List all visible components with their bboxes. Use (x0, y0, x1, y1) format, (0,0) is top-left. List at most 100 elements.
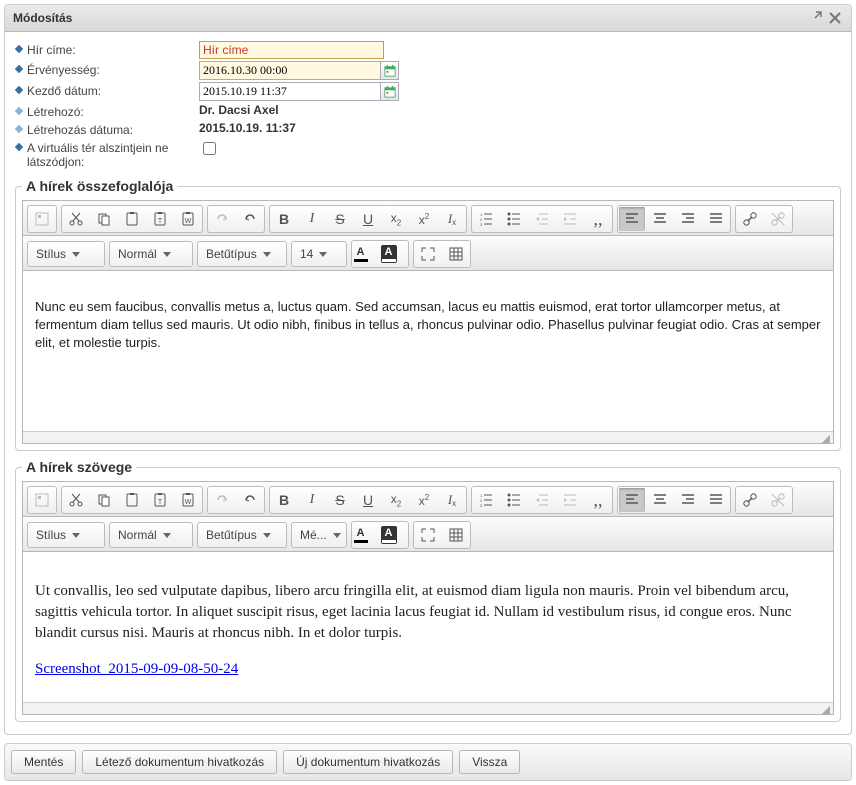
indent-icon[interactable] (557, 488, 583, 512)
back-button[interactable]: Vissza (459, 750, 520, 774)
summary-toolbar-1: T W B I S U x2 x2 Ix (23, 201, 833, 236)
body-toolbar-1: T W B I S U x2 x2 Ix (23, 482, 833, 517)
start-date-input[interactable] (199, 82, 381, 101)
underline-icon[interactable]: U (355, 207, 381, 231)
body-section: A hírek szövege T W (15, 459, 841, 722)
numbered-list-icon[interactable]: 123 (473, 488, 499, 512)
align-right-icon[interactable] (675, 207, 701, 231)
font-select[interactable]: Betűtípus (197, 522, 287, 548)
maximize-editor-icon[interactable] (415, 242, 441, 266)
paste-text-icon[interactable]: T (147, 488, 173, 512)
summary-textarea[interactable]: Nunc eu sem faucibus, convallis metus a,… (23, 271, 833, 431)
format-select[interactable]: Normál (109, 522, 193, 548)
paste-word-icon[interactable]: W (175, 207, 201, 231)
align-center-icon[interactable] (647, 488, 673, 512)
paste-icon[interactable] (119, 488, 145, 512)
source-icon[interactable] (29, 488, 55, 512)
size-select[interactable]: Mé... (291, 522, 347, 548)
text-color-icon[interactable]: A (353, 523, 379, 547)
align-justify-icon[interactable] (703, 488, 729, 512)
resize-handle-icon[interactable]: ◢ (23, 702, 833, 714)
title-input[interactable] (199, 41, 384, 59)
italic-icon[interactable]: I (299, 488, 325, 512)
outdent-icon[interactable] (529, 488, 555, 512)
italic-icon[interactable]: I (299, 207, 325, 231)
cut-icon[interactable] (63, 488, 89, 512)
validity-input[interactable] (199, 61, 381, 80)
unlink-icon[interactable] (765, 488, 791, 512)
underline-icon[interactable]: U (355, 488, 381, 512)
created-at-value: 2015.10.19. 11:37 (199, 121, 841, 135)
style-select[interactable]: Stílus (27, 241, 105, 267)
superscript-icon[interactable]: x2 (411, 488, 437, 512)
svg-text:3: 3 (480, 222, 483, 227)
close-icon[interactable] (827, 10, 843, 26)
calendar-icon[interactable] (381, 82, 399, 101)
body-legend: A hírek szövege (22, 459, 136, 475)
strike-icon[interactable]: S (327, 488, 353, 512)
bold-icon[interactable]: B (271, 207, 297, 231)
superscript-icon[interactable]: x2 (411, 207, 437, 231)
format-select[interactable]: Normál (109, 241, 193, 267)
paste-word-icon[interactable]: W (175, 488, 201, 512)
title-label: Hír címe: (27, 41, 199, 57)
existing-doc-button[interactable]: Létező dokumentum hivatkozás (82, 750, 277, 774)
text-color-icon[interactable]: A (353, 242, 379, 266)
creator-label: Létrehozó: (27, 103, 199, 119)
subscript-icon[interactable]: x2 (383, 207, 409, 231)
maximize-icon[interactable] (807, 10, 823, 26)
align-left-icon[interactable] (619, 488, 645, 512)
subscript-icon[interactable]: x2 (383, 488, 409, 512)
summary-section: A hírek összefoglalója T W (15, 178, 841, 451)
paste-text-icon[interactable]: T (147, 207, 173, 231)
body-textarea[interactable]: Ut convallis, leo sed vulputate dapibus,… (23, 552, 833, 702)
link-icon[interactable] (737, 207, 763, 231)
bold-icon[interactable]: B (271, 488, 297, 512)
remove-format-icon[interactable]: Ix (439, 488, 465, 512)
align-justify-icon[interactable] (703, 207, 729, 231)
numbered-list-icon[interactable]: 123 (473, 207, 499, 231)
redo-icon[interactable] (209, 488, 235, 512)
body-content-text: Ut convallis, leo sed vulputate dapibus,… (35, 581, 821, 644)
svg-text:T: T (158, 218, 163, 225)
calendar-icon[interactable] (381, 61, 399, 80)
link-icon[interactable] (737, 488, 763, 512)
bg-color-icon[interactable]: A (381, 242, 407, 266)
align-left-icon[interactable] (619, 207, 645, 231)
style-select[interactable]: Stílus (27, 522, 105, 548)
svg-text:T: T (158, 499, 163, 506)
remove-format-icon[interactable]: Ix (439, 207, 465, 231)
body-content-link[interactable]: Screenshot_2015-09-09-08-50-24 (35, 661, 238, 677)
bullet-list-icon[interactable] (501, 207, 527, 231)
summary-editor: T W B I S U x2 x2 Ix (22, 200, 834, 444)
redo-icon[interactable] (209, 207, 235, 231)
paste-icon[interactable] (119, 207, 145, 231)
outdent-icon[interactable] (529, 207, 555, 231)
bullet-icon (15, 125, 23, 133)
blockquote-icon[interactable]: ,, (585, 488, 611, 512)
align-right-icon[interactable] (675, 488, 701, 512)
undo-icon[interactable] (237, 488, 263, 512)
bg-color-icon[interactable]: A (381, 523, 407, 547)
blockquote-icon[interactable]: ,, (585, 207, 611, 231)
unlink-icon[interactable] (765, 207, 791, 231)
maximize-editor-icon[interactable] (415, 523, 441, 547)
copy-icon[interactable] (91, 488, 117, 512)
resize-handle-icon[interactable]: ◢ (23, 431, 833, 443)
source-icon[interactable] (29, 207, 55, 231)
font-select[interactable]: Betűtípus (197, 241, 287, 267)
bullet-list-icon[interactable] (501, 488, 527, 512)
align-center-icon[interactable] (647, 207, 673, 231)
start-label: Kezdő dátum: (27, 82, 199, 98)
cut-icon[interactable] (63, 207, 89, 231)
table-icon[interactable] (443, 523, 469, 547)
undo-icon[interactable] (237, 207, 263, 231)
table-icon[interactable] (443, 242, 469, 266)
sublevel-checkbox[interactable] (203, 142, 216, 155)
copy-icon[interactable] (91, 207, 117, 231)
save-button[interactable]: Mentés (11, 750, 76, 774)
new-doc-button[interactable]: Új dokumentum hivatkozás (283, 750, 453, 774)
size-select[interactable]: 14 (291, 241, 347, 267)
strike-icon[interactable]: S (327, 207, 353, 231)
indent-icon[interactable] (557, 207, 583, 231)
